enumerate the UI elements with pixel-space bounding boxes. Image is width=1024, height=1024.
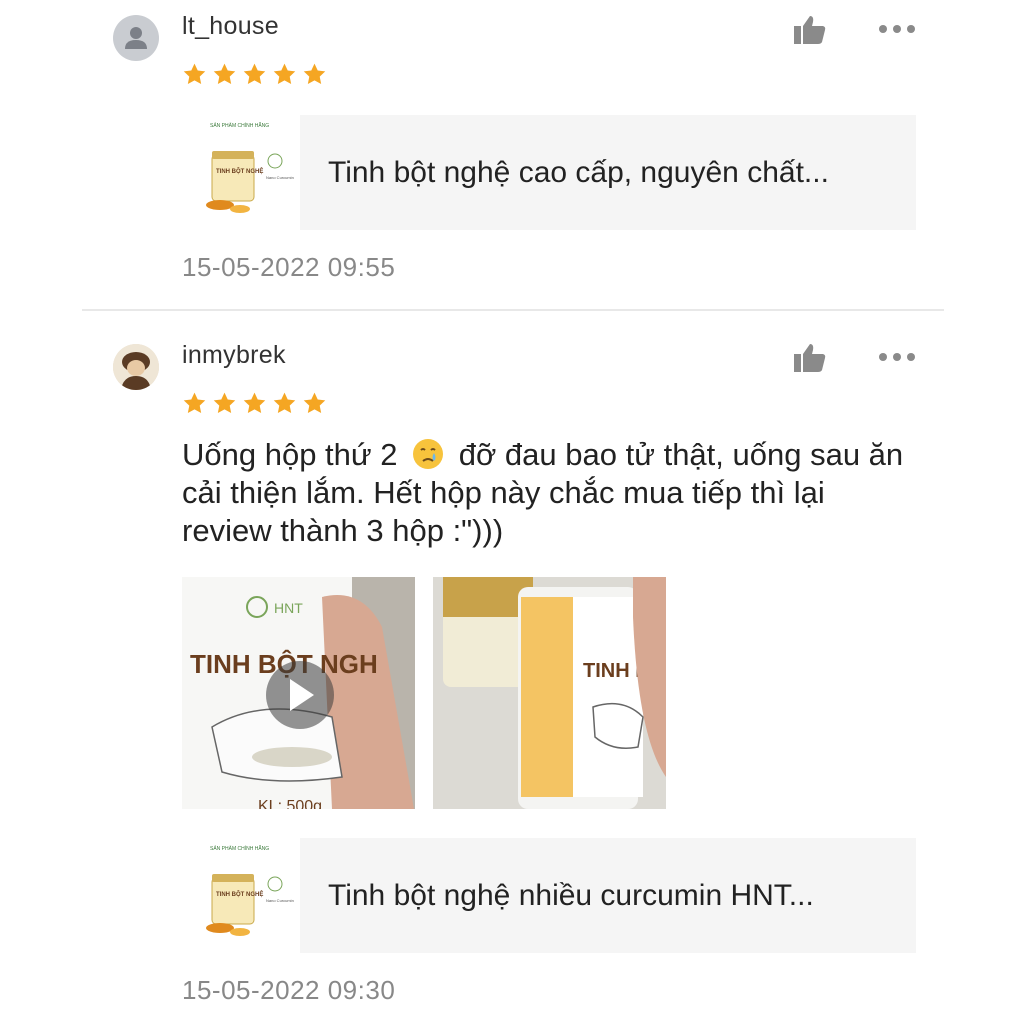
reviewer-name[interactable]: lt_house [182,12,279,41]
avatar-image [113,344,159,390]
rating-stars [182,62,327,87]
avatar[interactable] [113,344,159,390]
product-card[interactable]: SẢN PHẨM CHÍNH HÃNG TINH BỘT NGHỆ Nano C… [200,115,916,230]
thumbs-up-icon[interactable] [792,12,828,48]
product-thumbnail: SẢN PHẨM CHÍNH HÃNG TINH BỘT NGHỆ Nano C… [200,115,300,227]
star-icon [213,392,236,413]
rating-stars [182,391,327,416]
more-icon [879,353,887,361]
more-options-button[interactable] [879,353,915,361]
svg-text:Nano Curcumin: Nano Curcumin [266,175,294,180]
product-name: Tinh bột nghệ cao cấp, nguyên chất... [300,115,916,230]
star-icon [183,392,206,413]
star-icon [243,392,266,413]
review-video[interactable]: HNT TINH BỘT NGH KL: 500g [182,577,415,809]
review-timestamp: 15-05-2022 09:55 [182,252,396,282]
star-icon [303,63,326,84]
star-icon [273,392,296,413]
star-icon [273,63,296,84]
video-weight-label: KL: 500g [258,798,322,809]
svg-text:SẢN PHẨM CHÍNH HÃNG: SẢN PHẨM CHÍNH HÃNG [210,845,269,852]
more-options-button[interactable] [879,25,915,33]
star-icon [213,63,236,84]
svg-text:TINH BỘT NGHỆ: TINH BỘT NGHỆ [216,890,263,898]
review-timestamp: 15-05-2022 09:30 [182,975,396,1005]
star-icon [303,392,326,413]
user-icon [125,27,147,49]
svg-text:SẢN PHẨM CHÍNH HÃNG: SẢN PHẨM CHÍNH HÃNG [210,122,269,129]
crying-face-emoji [413,439,444,469]
review-divider [82,309,944,311]
product-thumbnail: SẢN PHẨM CHÍNH HÃNG TINH BỘT NGHỆ Nano C… [200,838,300,950]
product-card[interactable]: SẢN PHẨM CHÍNH HÃNG TINH BỘT NGHỆ Nano C… [200,838,916,953]
comment-text-part-1: Uống hộp thứ 2 [182,437,407,472]
avatar[interactable] [113,15,159,61]
video-brand-label: HNT [274,600,303,616]
star-icon [243,63,266,84]
review-image[interactable]: TINH BỘ [433,577,666,809]
svg-text:Nano Curcumin: Nano Curcumin [266,898,294,903]
reviewer-name[interactable]: inmybrek [182,341,286,370]
more-icon [879,25,887,33]
svg-text:TINH BỘT NGHỆ: TINH BỘT NGHỆ [216,167,263,175]
star-icon [183,63,206,84]
review-comment: Uống hộp thứ 2 đỡ đau bao tử thật, uống … [182,436,922,550]
thumbs-up-icon[interactable] [792,340,828,376]
product-name: Tinh bột nghệ nhiều curcumin HNT... [300,838,916,953]
